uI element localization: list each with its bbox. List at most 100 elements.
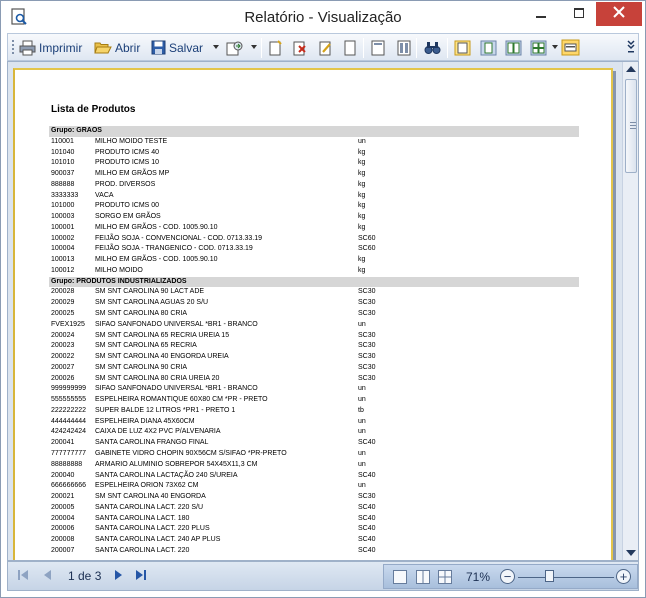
product-row: 200024 SM SNT CAROLINA 65 RECRIA UREIA 15…	[49, 331, 579, 342]
product-description: PRODUTO ICMS 40	[95, 148, 160, 156]
export-button[interactable]	[226, 37, 244, 58]
report-title: Lista de Produtos	[51, 104, 136, 115]
product-unit: SC30	[358, 310, 376, 318]
first-page-button[interactable]	[15, 569, 31, 585]
product-code: 200041	[51, 439, 75, 447]
product-unit: SC30	[358, 374, 376, 382]
zoom-out-button[interactable]: −	[500, 569, 515, 584]
zoom-in-button[interactable]: +	[616, 569, 631, 584]
product-unit: SC60	[358, 234, 376, 242]
product-row: 200006 SANTA CAROLINA LACT. 220 PLUS SC40	[49, 524, 579, 535]
product-description: SIFAO SANFONADO UNIVERSAL *BR1 - BRANCO	[95, 385, 258, 393]
product-description: PROD. DIVERSOS	[95, 180, 156, 188]
product-row: 222222222 SUPER BALDE 12 LITROS *PR1 - PR…	[49, 406, 579, 417]
single-page-view-button[interactable]	[454, 37, 471, 58]
toolbar-grip-icon	[11, 39, 15, 62]
print-button[interactable]: Imprimir	[19, 37, 82, 58]
scroll-down-arrow-icon[interactable]	[626, 550, 636, 556]
product-description: CAIXA DE LUZ 4X2 PVC P/ALVENARIA	[95, 428, 221, 436]
minimize-button[interactable]	[524, 2, 558, 26]
product-code: 200029	[51, 299, 75, 307]
toolbar-overflow-icon[interactable]	[627, 38, 635, 61]
product-row: 200005 SANTA CAROLINA LACT. 220 S/U SC40	[49, 503, 579, 514]
product-code: 200025	[51, 310, 75, 318]
zoom-slider-track[interactable]	[518, 577, 614, 578]
scroll-up-arrow-icon[interactable]	[626, 66, 636, 72]
open-button[interactable]: Abrir	[94, 37, 140, 58]
product-row: 200008 SANTA CAROLINA LACT. 240 AP PLUS SC…	[49, 535, 579, 546]
binoculars-icon	[424, 40, 441, 55]
page-width-view-button[interactable]	[480, 37, 497, 58]
toolbar-separator	[416, 38, 417, 58]
product-row: 200021 SM SNT CAROLINA 40 ENGORDA SC30	[49, 492, 579, 503]
product-unit: SC40	[358, 471, 376, 479]
multiple-pages-icon	[530, 40, 547, 56]
group-header: Grupo: GRAOS	[49, 126, 579, 137]
report-preview-window: Relatório - Visualização Imprimir Abrir …	[0, 0, 646, 598]
product-code: 424242424	[51, 428, 87, 436]
vertical-scrollbar[interactable]	[622, 62, 638, 560]
edit-button[interactable]	[318, 37, 333, 58]
product-description: SANTA CAROLINA LACTAÇÃO 240 S/UREIA	[95, 471, 238, 479]
product-description: MILHO MOIDO TESTE	[95, 137, 168, 145]
next-page-button[interactable]	[110, 569, 126, 585]
product-code: 200005	[51, 503, 75, 511]
product-unit: SC40	[358, 525, 376, 533]
product-unit: SC60	[358, 245, 376, 253]
page-setup-button[interactable]	[343, 37, 357, 58]
product-description: FEIJÃO SOJA - TRANGENICO - COD. 0713.33.…	[95, 245, 253, 253]
product-unit: un	[358, 396, 366, 404]
product-description: SANTA CAROLINA LACT. 220 S/U	[95, 503, 204, 511]
product-code: 100002	[51, 234, 75, 242]
zoom-slider-thumb[interactable]	[544, 570, 554, 582]
product-description: SM SNT CAROLINA 65 RECRIA UREIA 15	[95, 331, 230, 339]
close-button[interactable]	[596, 2, 642, 26]
product-unit: un	[358, 417, 366, 425]
product-description: SM SNT CAROLINA 40 ENGORDA UREIA	[95, 353, 229, 361]
product-unit: un	[358, 137, 366, 145]
product-row: 200026 SM SNT CAROLINA 80 CRIA UREIA 20 SC…	[49, 374, 579, 385]
product-row: 110001 MILHO MOIDO TESTE un	[49, 137, 579, 148]
export-dropdown-arrow[interactable]	[251, 45, 257, 49]
scroll-thumb[interactable]	[625, 79, 637, 173]
product-unit: SC30	[358, 331, 376, 339]
delete-page-button[interactable]	[292, 37, 307, 58]
product-description: SM SNT CAROLINA 80 CRIA UREIA 20	[95, 374, 220, 382]
page-layout-button[interactable]	[397, 37, 411, 58]
last-page-button[interactable]	[133, 569, 149, 585]
product-row: 100013 MILHO EM GRÃOS - COD. 1005.90.10 kg	[49, 255, 579, 266]
two-pages-icon	[505, 40, 522, 56]
view-dropdown-arrow[interactable]	[552, 45, 558, 49]
two-pages-status-icon[interactable]	[416, 570, 430, 584]
single-page-status-icon[interactable]	[393, 570, 407, 584]
new-page-button[interactable]	[268, 37, 283, 58]
product-code: 100013	[51, 256, 75, 264]
product-description: PRODUTO ICMS 00	[95, 202, 160, 210]
product-row: 555555555 ESPELHEIRA ROMANTIQUE 60X80 CM …	[49, 395, 579, 406]
scroll-grip-line	[630, 122, 636, 123]
close-preview-button[interactable]	[561, 37, 580, 58]
two-pages-view-button[interactable]	[505, 37, 522, 58]
header-footer-button[interactable]	[371, 37, 385, 58]
page-indicator: 1 de 3	[68, 569, 102, 583]
new-document-icon	[268, 39, 283, 56]
save-dropdown-arrow[interactable]	[213, 45, 219, 49]
find-button[interactable]	[424, 37, 441, 58]
product-unit: SC30	[358, 363, 376, 371]
maximize-button[interactable]	[562, 2, 596, 26]
product-code: 100001	[51, 223, 75, 231]
group-header-label: Grupo: GRAOS	[51, 127, 102, 134]
product-description: SANTA CAROLINA LACT. 220	[95, 546, 190, 554]
product-unit: SC30	[358, 299, 376, 307]
multi-pages-status-icon[interactable]	[438, 570, 452, 584]
multiple-pages-view-button[interactable]	[530, 37, 547, 58]
previous-page-button[interactable]	[40, 569, 56, 585]
preview-area[interactable]: Lista de Produtos Grupo: GRAOS 110001 MILH…	[7, 61, 639, 561]
product-description: SM SNT CAROLINA 65 RECRIA	[95, 342, 197, 350]
save-button-label: Salvar	[169, 40, 204, 55]
save-button[interactable]: Salvar	[151, 37, 203, 58]
product-row: 88888888 ARMARIO ALUMINIO SOBREPOR 54X45X…	[49, 460, 579, 471]
previous-page-icon	[42, 568, 54, 586]
product-code: 888888	[51, 180, 75, 188]
product-description: MILHO MOIDO	[95, 266, 143, 274]
